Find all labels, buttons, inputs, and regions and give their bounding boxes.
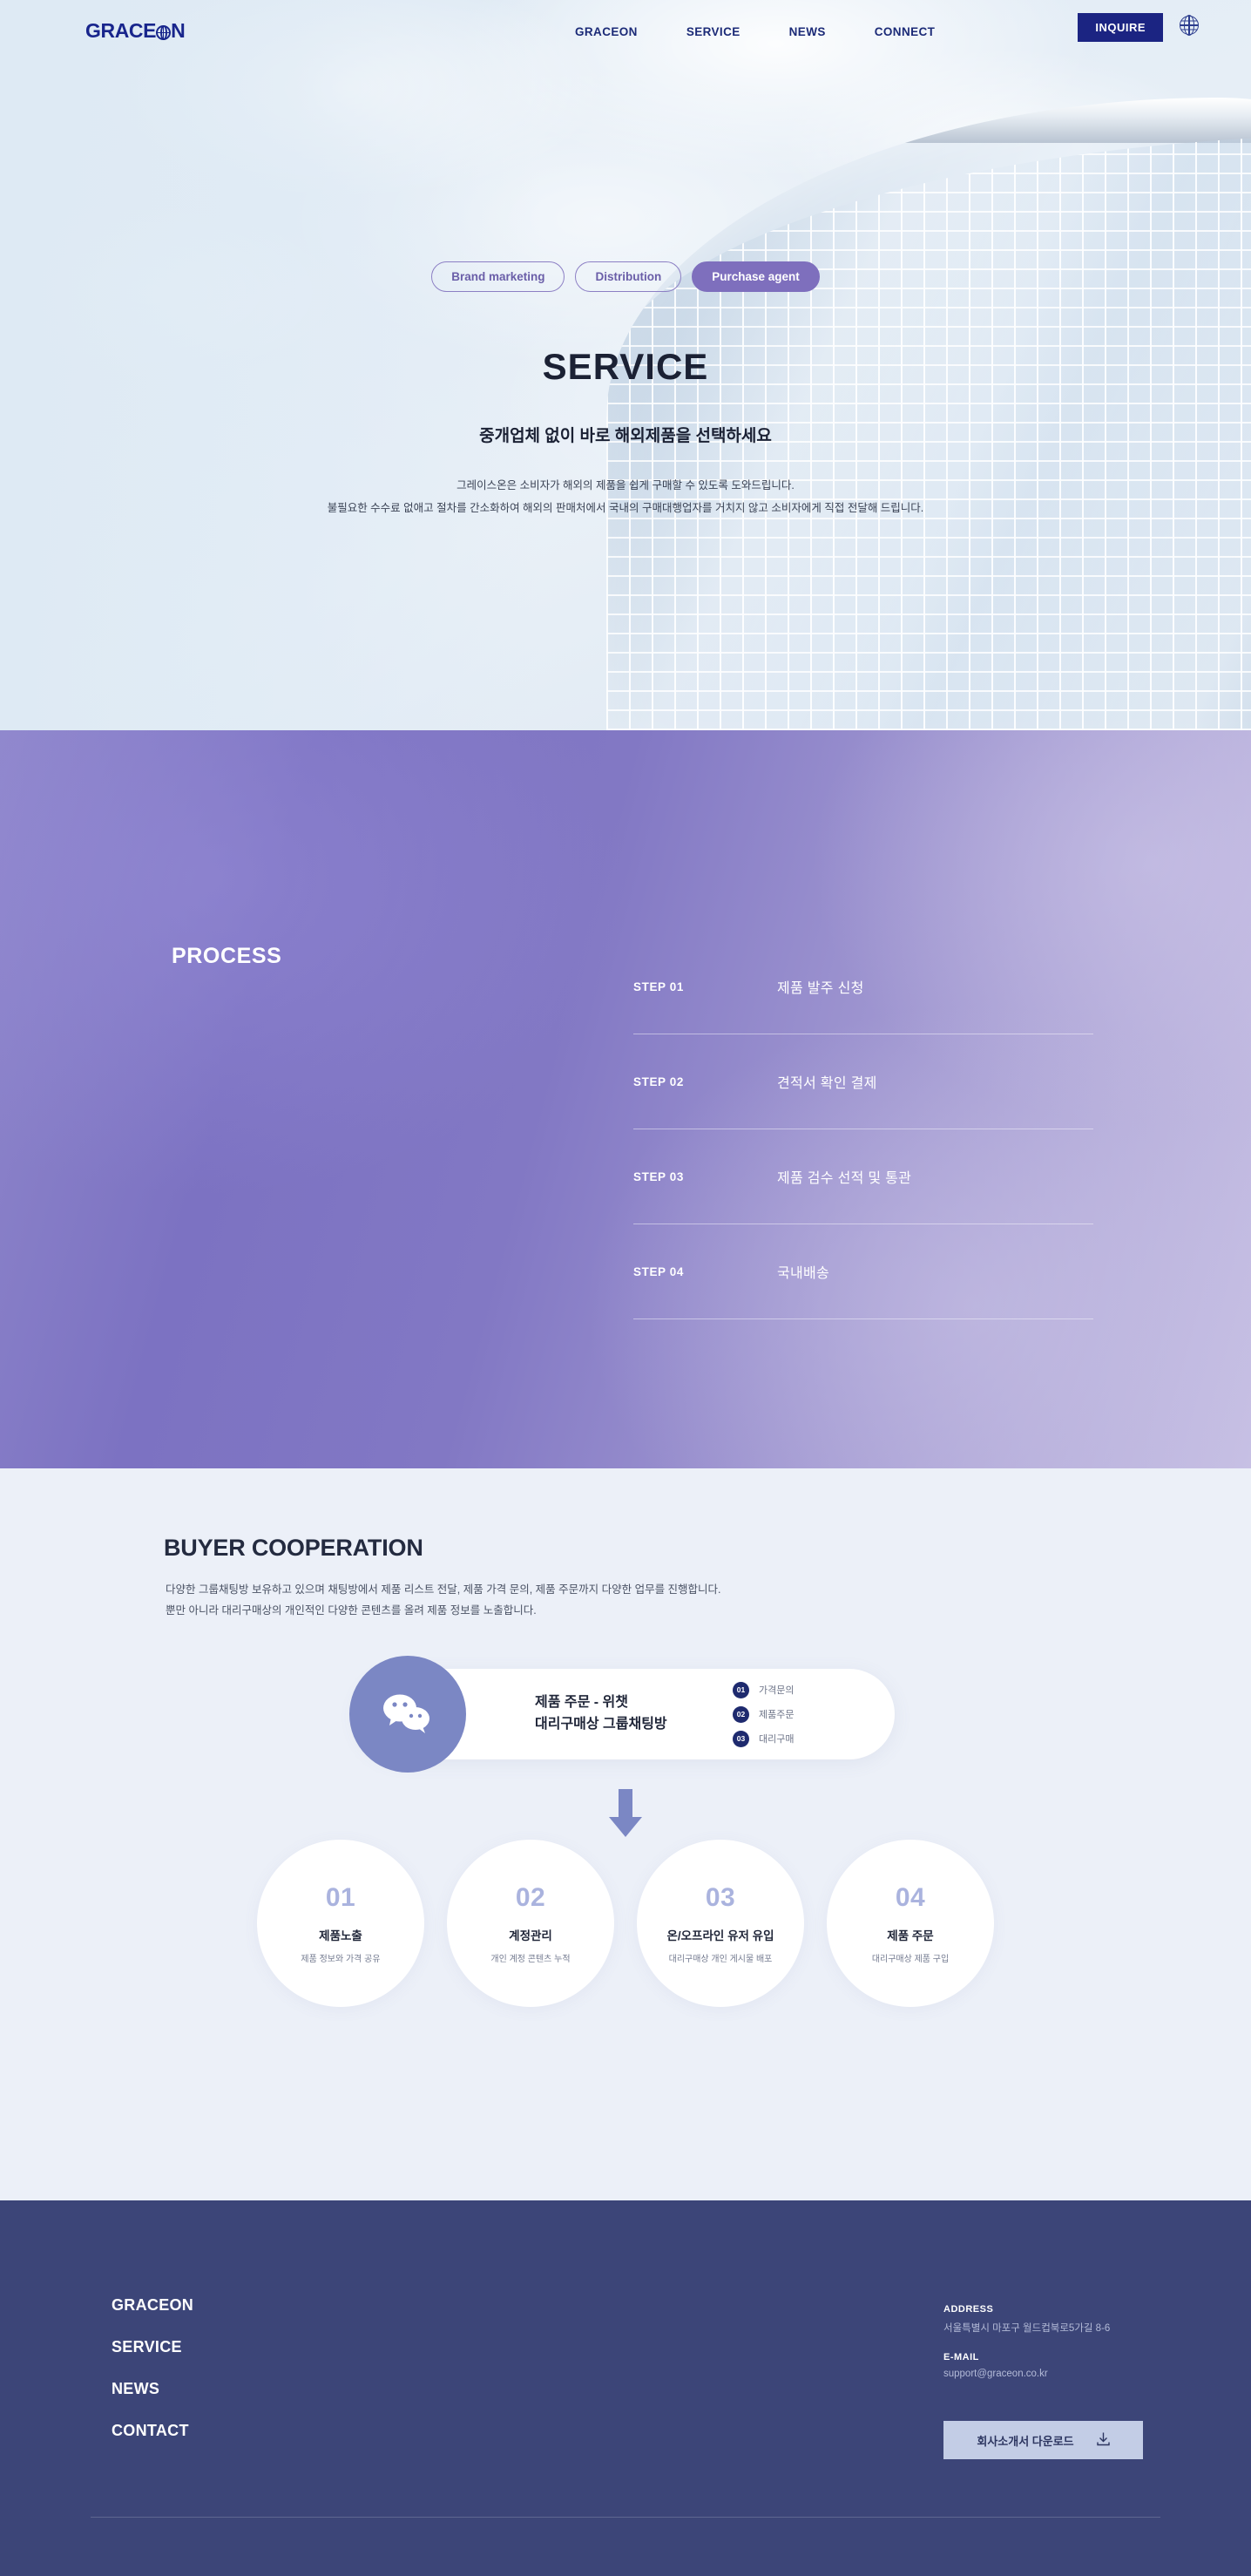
- footer-nav-item-contact[interactable]: CONTACT: [112, 2422, 193, 2440]
- buyer-step-circles: 01 제품노출 제품 정보와 가격 공유 02 계정관리 개인 계정 콘텐츠 누…: [0, 1840, 1251, 2007]
- step-number: STEP 03: [633, 1169, 684, 1183]
- hero-subtitle: 중개업체 없이 바로 해외제품을 선택하세요: [479, 427, 772, 445]
- nav-item-service[interactable]: SERVICE: [686, 25, 740, 38]
- page-title: SERVICE: [542, 346, 709, 387]
- nav-item-news[interactable]: NEWS: [789, 25, 826, 38]
- circle-title: 계정관리: [509, 1929, 552, 1942]
- circle-number: 03: [705, 1882, 736, 1912]
- wechat-item-label: 대리구매: [759, 1734, 795, 1745]
- circle-description: 대리구매상 개인 게시물 배포: [668, 1954, 773, 1964]
- inquire-button[interactable]: INQUIRE: [1078, 13, 1163, 42]
- hero-description-line-2: 불필요한 수수료 없애고 절차를 간소화하여 해외의 판매처에서 국내의 구매대…: [327, 501, 924, 514]
- service-tabs: Brand marketing Distribution Purchase ag…: [0, 261, 1251, 292]
- logo-text-suffix: N: [171, 19, 186, 42]
- tab-brand-marketing[interactable]: Brand marketing: [431, 261, 565, 292]
- address-value: 서울특별시 마포구 월드컵북로5가길 8-6: [943, 2323, 1111, 2334]
- process-step-row: STEP 01 제품 발주 신청: [633, 939, 1093, 1034]
- wechat-list-item: 03 대리구매: [733, 1726, 794, 1751]
- tab-purchase-agent[interactable]: Purchase agent: [692, 261, 820, 292]
- download-button-label: 회사소개서 다운로드: [977, 2434, 1074, 2448]
- nav-item-connect[interactable]: CONNECT: [875, 25, 936, 38]
- step-label: 제품 검수 선적 및 통관: [777, 1171, 912, 1186]
- buyer-cooperation-section: BUYER COOPERATION 다양한 그룹채팅방 보유하고 있으며 채팅방…: [0, 1468, 1251, 2200]
- wechat-list-item: 02 제품주문: [733, 1702, 794, 1726]
- tab-distribution[interactable]: Distribution: [575, 261, 682, 292]
- wechat-title-line-2: 대리구매상 그룹채팅방: [535, 1717, 667, 1732]
- wechat-card: 제품 주문 - 위챗 대리구매상 그룹채팅방 01 가격문의 02 제품주문 0…: [349, 1656, 895, 1773]
- circle-number: 02: [515, 1882, 546, 1912]
- footer-nav: GRACEON SERVICE NEWS CONTACT: [112, 2296, 193, 2464]
- step-number: STEP 01: [633, 980, 684, 993]
- step-number: STEP 04: [633, 1264, 684, 1278]
- buyer-description-line-1: 다양한 그룹채팅방 보유하고 있으며 채팅방에서 제품 리스트 전달, 제품 가…: [166, 1583, 721, 1596]
- hero-content: Brand marketing Distribution Purchase ag…: [0, 0, 1251, 519]
- circle-title: 온/오프라인 유저 유입: [666, 1929, 774, 1942]
- hero-section: GRACE N GRACEON SERVICE NEWS CONNECT INQ…: [0, 0, 1251, 730]
- circle-title: 제품 주문: [887, 1929, 934, 1942]
- hero-description-line-1: 그레이스온은 소비자가 해외의 제품을 쉽게 구매할 수 있도록 도와드립니다.: [456, 479, 795, 491]
- circle-description: 제품 정보와 가격 공유: [301, 1954, 381, 1964]
- process-section: PROCESS STEP 01 제품 발주 신청 STEP 02 견적서 확인 …: [0, 730, 1251, 1468]
- globe-icon: [156, 24, 172, 41]
- download-icon: [1096, 2432, 1110, 2449]
- main-nav: GRACEON SERVICE NEWS CONNECT: [575, 0, 935, 63]
- footer-divider: [91, 2517, 1160, 2518]
- email-value: support@graceon.co.kr: [943, 2369, 1048, 2379]
- footer-nav-item-news[interactable]: NEWS: [112, 2380, 193, 2398]
- footer-nav-item-service[interactable]: SERVICE: [112, 2338, 193, 2356]
- site-footer: GRACEON SERVICE NEWS CONTACT ADDRESS 서울특…: [0, 2200, 1251, 2576]
- step-label: 국내배송: [777, 1266, 830, 1281]
- address-label: ADDRESS: [943, 2304, 994, 2315]
- email-label: E-MAIL: [943, 2352, 979, 2362]
- step-number: STEP 02: [633, 1074, 684, 1088]
- site-logo[interactable]: GRACE N: [85, 19, 186, 43]
- wechat-title-line-1: 제품 주문 - 위챗: [535, 1695, 628, 1711]
- wechat-item-badge: 02: [733, 1705, 749, 1723]
- buyer-circle: 02 계정관리 개인 계정 콘텐츠 누적: [447, 1840, 614, 2007]
- wechat-feature-list: 01 가격문의 02 제품주문 03 대리구매: [733, 1678, 794, 1751]
- buyer-description: 다양한 그룹채팅방 보유하고 있으며 채팅방에서 제품 리스트 전달, 제품 가…: [166, 1579, 721, 1622]
- wechat-item-label: 제품주문: [759, 1710, 795, 1720]
- wechat-icon: [349, 1656, 466, 1773]
- wechat-item-badge: 01: [733, 1681, 749, 1698]
- wechat-list-item: 01 가격문의: [733, 1678, 794, 1702]
- arrow-down-icon: [608, 1789, 643, 1838]
- circle-description: 개인 계정 콘텐츠 누적: [490, 1954, 571, 1964]
- circle-number: 04: [895, 1882, 926, 1912]
- buyer-circle: 04 제품 주문 대리구매상 제품 구입: [827, 1840, 994, 2007]
- buyer-circle: 03 온/오프라인 유저 유입 대리구매상 개인 게시물 배포: [637, 1840, 804, 2007]
- step-label: 제품 발주 신청: [777, 981, 864, 996]
- site-header: GRACE N GRACEON SERVICE NEWS CONNECT INQ…: [0, 0, 1251, 63]
- download-company-profile-button[interactable]: 회사소개서 다운로드: [943, 2421, 1143, 2459]
- logo-text-prefix: GRACE: [85, 19, 157, 42]
- circle-description: 대리구매상 제품 구입: [871, 1954, 950, 1964]
- step-label: 견적서 확인 결제: [777, 1076, 877, 1091]
- circle-number: 01: [325, 1882, 356, 1912]
- wechat-item-label: 가격문의: [759, 1685, 795, 1696]
- process-heading: PROCESS: [172, 944, 282, 968]
- language-globe-icon[interactable]: [1180, 15, 1199, 36]
- nav-item-graceon[interactable]: GRACEON: [575, 25, 638, 38]
- buyer-description-line-2: 뿐만 아니라 대리구매상의 개인적인 다양한 콘텐츠를 올려 제품 정보를 노출…: [166, 1604, 537, 1617]
- wechat-card-title: 제품 주문 - 위챗 대리구매상 그룹채팅방: [535, 1692, 667, 1736]
- footer-contact-info: ADDRESS 서울특별시 마포구 월드컵북로5가길 8-6 E-MAIL su…: [943, 2304, 1179, 2396]
- footer-nav-item-graceon[interactable]: GRACEON: [112, 2296, 193, 2315]
- process-step-list: STEP 01 제품 발주 신청 STEP 02 견적서 확인 결제 STEP …: [633, 939, 1093, 1319]
- wechat-item-badge: 03: [733, 1730, 749, 1747]
- process-step-row: STEP 02 견적서 확인 결제: [633, 1034, 1093, 1129]
- circle-title: 제품노출: [319, 1929, 362, 1942]
- buyer-circle: 01 제품노출 제품 정보와 가격 공유: [257, 1840, 424, 2007]
- process-step-row: STEP 04 국내배송: [633, 1224, 1093, 1319]
- process-step-row: STEP 03 제품 검수 선적 및 통관: [633, 1129, 1093, 1224]
- buyer-heading: BUYER COOPERATION: [164, 1535, 423, 1561]
